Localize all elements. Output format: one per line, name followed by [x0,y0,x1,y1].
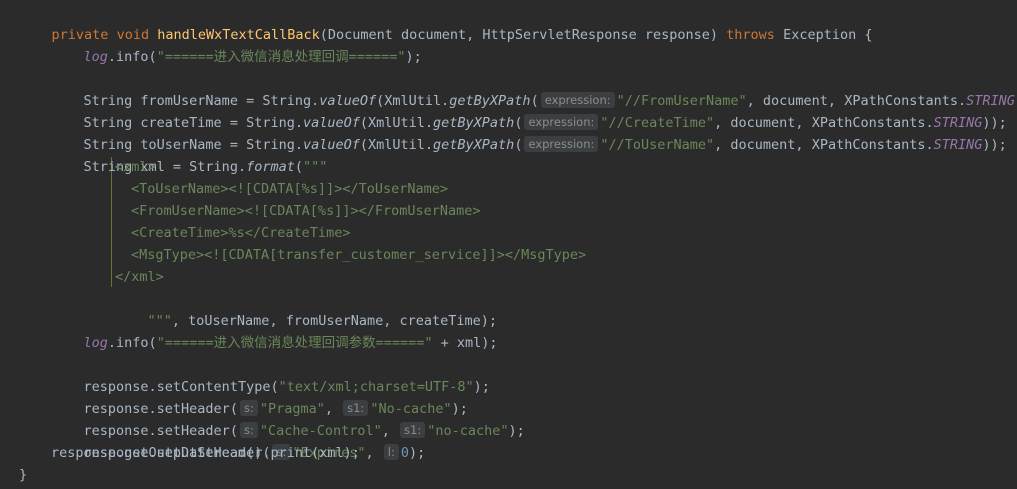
log-end: + xml); [432,335,498,351]
code-text: ); [408,445,426,461]
code-line-to-user-name[interactable]: String toUserName = String.valueOf(XmlUt… [51,112,1007,153]
code-line-print-xml[interactable]: response.getOutputStream().print(xml); [51,442,360,464]
xpath-string: "//ToUserName" [600,137,715,153]
log-call: .info( [107,335,157,351]
log-call: .info( [107,49,157,65]
code-editor[interactable]: private void handleWxTextCallBack(Docume… [0,0,1017,489]
parameter-hint: l: [383,444,399,460]
code-line-log-info[interactable]: log.info("======进入微信消息处理回调======"); [51,24,422,65]
code-line-closing-brace[interactable]: } [19,464,27,486]
code-line-xml-format[interactable]: String xml = String.format(""" [51,134,328,175]
code-line-set-header-pragma[interactable]: response.setHeader(s: "Pragma", s1: "No-ca… [51,376,468,417]
code-text: )); [982,137,1007,153]
code-line-create-time[interactable]: String createTime = String.valueOf(XmlUt… [51,90,1007,131]
exception-clause: Exception { [774,27,873,43]
header-value-string: "no-cache" [427,423,509,439]
xml-line[interactable]: <FromUserName><![CDATA[%s]]></FromUserNa… [131,200,481,222]
code-text: (XmlUtil. [359,137,434,153]
xml-line[interactable]: </xml> [115,266,164,288]
text-block-open: """ [303,159,328,175]
code-text: ( [294,159,303,175]
log-string: "======进入微信消息处理回调参数======" [156,335,433,351]
number-literal: 0 [400,445,409,461]
xml-line[interactable]: <ToUserName><![CDATA[%s]]></ToUserName> [131,178,448,200]
log-end: ); [405,49,422,65]
code-text: ); [473,379,490,395]
constant-string: STRING [933,137,983,153]
code-line-from-user-name[interactable]: String fromUserName = String.valueOf(Xml… [51,68,1017,109]
code-text: ); [508,423,525,439]
xml-line[interactable]: <MsgType><![CDATA[transfer_customer_serv… [131,244,586,266]
code-text: , document, XPathConstants. [714,137,934,153]
code-text: ( [514,137,523,153]
log-field: log [83,335,108,351]
log-string: "======进入微信消息处理回调======" [156,49,406,65]
code-line-set-header-cache-control[interactable]: response.setHeader(s: "Cache-Control", s1… [51,398,525,439]
code-line-set-content-type[interactable]: response.setContentType("text/xml;charse… [51,354,490,395]
code-line-set-date-header[interactable]: response.setDateHeader(s: "Expires", l: 0)… [51,420,425,461]
code-text: , [365,445,382,461]
parameter-hint: expression: [524,136,599,152]
xml-line[interactable]: <CreateTime>%s</CreateTime> [131,222,350,244]
method-getbyxpath: getByXPath [433,137,515,153]
xml-line[interactable]: <xml> [115,156,156,178]
code-line-log-info-params[interactable]: log.info("======进入微信消息处理回调参数======" + xm… [51,310,498,351]
code-line-method-signature[interactable]: private void handleWxTextCallBack(Docume… [19,2,873,43]
log-field: log [83,49,108,65]
code-line-format-args[interactable]: """, toUserName, fromUserName, createTim… [115,288,498,329]
code-text: String xml = String. [83,159,247,175]
method-format: format [246,159,295,175]
keyword-throws: throws [726,27,775,43]
